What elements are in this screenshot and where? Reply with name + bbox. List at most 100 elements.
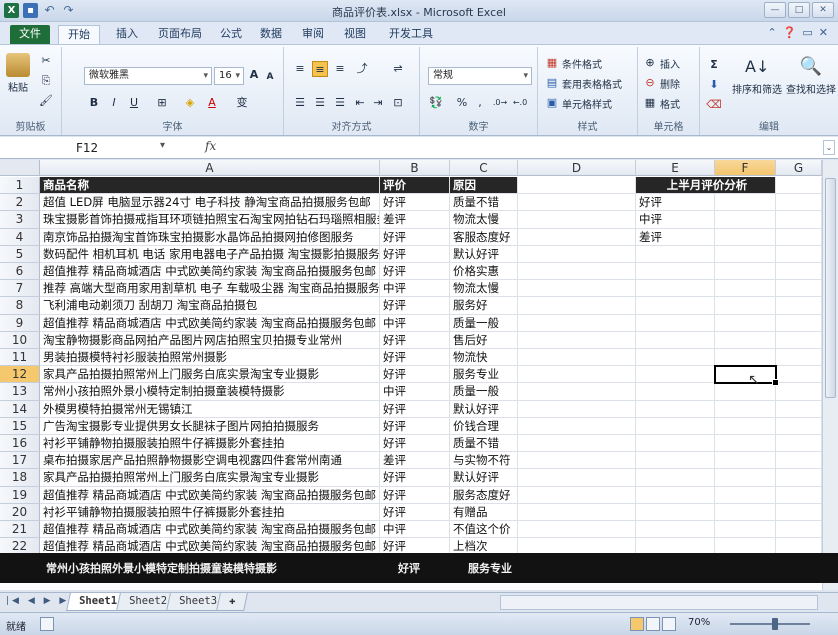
cell[interactable] [636, 486, 715, 504]
cell[interactable]: 物流太慢 [450, 280, 518, 298]
autosum-button[interactable]: Σ [706, 57, 722, 73]
caret-icon[interactable]: ⌃ [767, 26, 776, 39]
cell[interactable]: 价钱合理 [450, 417, 518, 435]
cell[interactable]: 服务专业 [450, 366, 518, 384]
cell[interactable]: 中评 [380, 280, 450, 298]
cell[interactable]: 有赠品 [450, 503, 518, 521]
row-header[interactable]: 7 [0, 280, 40, 298]
delete-button[interactable]: ⊖ 删除 [642, 75, 680, 91]
orientation-icon[interactable]: ⤴ [354, 61, 370, 77]
cell[interactable] [715, 194, 776, 212]
cell[interactable] [715, 435, 776, 453]
cell[interactable]: 好评 [380, 435, 450, 453]
font-color-icon[interactable]: A [204, 95, 220, 111]
cell[interactable] [715, 503, 776, 521]
row-header[interactable]: 1 [0, 177, 40, 195]
column-header-a[interactable]: A [40, 160, 380, 176]
row-header[interactable]: 18 [0, 469, 40, 487]
cell[interactable]: 超值推荐 精品商城酒店 中式欧美简约家装 淘宝商品拍摄服务包邮 [40, 314, 380, 332]
align-top-icon[interactable]: ≡ [292, 61, 308, 77]
cell[interactable] [715, 314, 776, 332]
cell[interactable]: 飞利浦电动剃须刀 刮胡刀 淘宝商品拍摄包 [40, 297, 380, 315]
cut-icon[interactable]: ✂ [38, 53, 54, 69]
cell[interactable]: 差评 [380, 452, 450, 470]
cell[interactable] [636, 331, 715, 349]
fill-icon[interactable]: ⬇ [706, 77, 722, 93]
cell[interactable] [776, 280, 822, 298]
cell[interactable]: 常州小孩拍照外景小模特定制拍摄童装模特摄影 [40, 383, 380, 401]
cell[interactable]: 好评 [380, 366, 450, 384]
cell[interactable]: 家具产品拍摄拍照常州上门服务白底实景淘宝专业摄影 [40, 366, 380, 384]
cell[interactable]: 原因 [450, 177, 518, 195]
merge-center-icon[interactable]: ⊡ [390, 95, 406, 111]
row-header[interactable]: 11 [0, 349, 40, 367]
cell[interactable]: 质量一般 [450, 383, 518, 401]
cell[interactable] [715, 349, 776, 367]
cell[interactable] [636, 452, 715, 470]
conditional-format-button[interactable]: ▦ 条件格式 [544, 55, 602, 71]
cell[interactable] [518, 435, 636, 453]
select-all-corner[interactable] [0, 160, 40, 176]
sheet-nav-icon[interactable]: |◀ ◀ ▶ ▶| [6, 596, 75, 606]
cell[interactable]: 中评 [380, 521, 450, 539]
cell[interactable]: 售后好 [450, 331, 518, 349]
cell[interactable] [715, 521, 776, 539]
cell[interactable]: 好评 [380, 194, 450, 212]
increase-decimal-icon[interactable]: .0→ [492, 95, 508, 111]
cell[interactable] [518, 211, 636, 229]
cell[interactable] [715, 452, 776, 470]
cell[interactable] [715, 245, 776, 263]
align-left-icon[interactable]: ☰ [292, 95, 308, 111]
decrease-decimal-icon[interactable]: ←.0 [512, 95, 528, 111]
cell[interactable]: 珠宝摄影首饰拍摄戒指耳环项链拍照宝石淘宝网拍钻石玛瑙照相服务 [40, 211, 380, 229]
clear-icon[interactable]: ⌫ [706, 97, 722, 113]
row-header[interactable]: 2 [0, 194, 40, 212]
selected-cell-outline[interactable] [714, 365, 779, 387]
cell[interactable] [636, 400, 715, 418]
cell[interactable]: 质量不错 [450, 435, 518, 453]
cell[interactable] [715, 297, 776, 315]
cell[interactable] [776, 331, 822, 349]
border-icon[interactable]: ⊞ [154, 95, 170, 111]
cell[interactable] [776, 503, 822, 521]
cell-styles-button[interactable]: ▣ 单元格样式 [544, 95, 612, 111]
font-size-select[interactable]: 16 [214, 67, 244, 85]
cell[interactable]: 好评 [636, 194, 715, 212]
phonetic-button[interactable]: 变 [234, 95, 250, 111]
horizontal-scrollbar[interactable] [500, 595, 818, 610]
cell[interactable]: 衬衫平铺静物拍摄服装拍照牛仔裤摄影外套挂拍 [40, 435, 380, 453]
row-header[interactable]: 13 [0, 383, 40, 401]
cell[interactable] [715, 228, 776, 246]
cell[interactable] [776, 245, 822, 263]
cell[interactable]: 不值这个价 [450, 521, 518, 539]
cell[interactable] [776, 228, 822, 246]
cell[interactable]: 好评 [380, 263, 450, 281]
fill-color-icon[interactable]: ◈ [182, 95, 198, 111]
name-box[interactable]: F12 [4, 139, 154, 157]
cell[interactable] [776, 521, 822, 539]
vertical-scrollbar[interactable] [822, 160, 838, 590]
cell[interactable] [518, 297, 636, 315]
cell[interactable]: 中评 [380, 383, 450, 401]
row-header[interactable]: 16 [0, 435, 40, 453]
cell[interactable] [776, 297, 822, 315]
cell[interactable] [715, 211, 776, 229]
cell[interactable] [518, 280, 636, 298]
align-right-icon[interactable]: ☰ [332, 95, 348, 111]
cell[interactable] [518, 228, 636, 246]
comma-button[interactable]: , [472, 95, 488, 111]
cell[interactable]: 好评 [380, 349, 450, 367]
cell[interactable]: 好评 [380, 417, 450, 435]
shrink-font-button[interactable]: A [262, 69, 278, 85]
cell[interactable] [518, 366, 636, 384]
cell[interactable] [636, 314, 715, 332]
page-layout-view-icon[interactable] [646, 617, 660, 631]
macro-record-icon[interactable] [40, 617, 54, 631]
find-select-button[interactable]: 🔍 查找和选择 [786, 55, 836, 96]
fx-button[interactable]: fx [205, 139, 216, 153]
maximize-icon[interactable]: □ [788, 2, 810, 18]
cell[interactable] [776, 400, 822, 418]
cell[interactable] [636, 521, 715, 539]
vertical-scroll-thumb[interactable] [825, 178, 836, 398]
cell[interactable] [776, 383, 822, 401]
